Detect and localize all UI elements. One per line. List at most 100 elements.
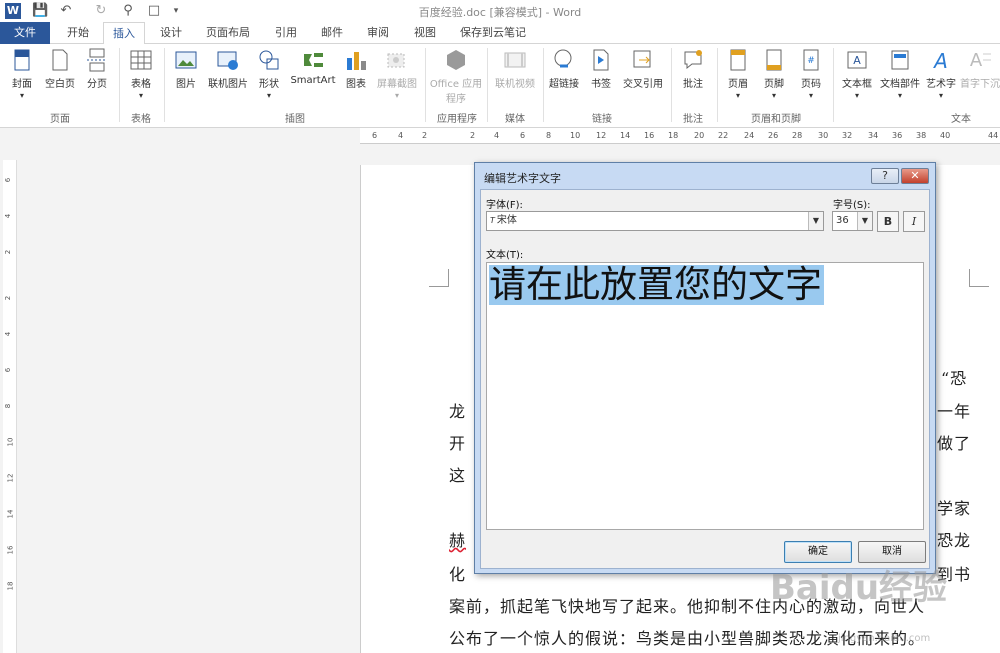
- group-media-label: 媒体: [505, 114, 525, 125]
- help-button[interactable]: ?: [871, 168, 899, 184]
- text-line: 龙: [449, 402, 467, 421]
- textbox-button[interactable]: A 文本框 ▾: [838, 48, 876, 101]
- hyperlink-button[interactable]: 超链接: [546, 48, 582, 90]
- svg-text:A: A: [970, 50, 983, 71]
- bold-button[interactable]: B: [877, 211, 899, 232]
- chevron-down-icon[interactable]: ▼: [808, 212, 823, 230]
- cover-button[interactable]: 封面 ▾: [6, 48, 38, 101]
- shapes-icon: [259, 50, 279, 70]
- group-header-footer-label: 页眉和页脚: [751, 114, 801, 125]
- text-line: 化: [449, 565, 467, 584]
- screenshot-button[interactable]: 屏幕截图 ▾: [373, 48, 421, 101]
- online-picture-button[interactable]: 联机图片: [205, 48, 251, 90]
- tab-file[interactable]: 文件: [0, 22, 50, 44]
- header-icon: [730, 49, 746, 71]
- ruler-tick-label: 10: [570, 131, 581, 140]
- text-line: 学家: [937, 499, 972, 518]
- chart-icon: [347, 52, 366, 70]
- online-picture-icon: [217, 51, 238, 70]
- comment-button[interactable]: 批注: [677, 48, 709, 90]
- size-label: 字号(S):: [833, 200, 871, 211]
- edit-wordart-dialog: 编辑艺术字文字 ? ✕ 字体(F): T 宋体 ▼ 字号(S): 36 ▼ B I…: [474, 162, 936, 574]
- picture-icon: [175, 51, 197, 69]
- separator: [119, 48, 120, 122]
- ruler-tick-label: 28: [792, 131, 803, 140]
- cover-page-icon: [14, 49, 30, 71]
- shapes-button[interactable]: 形状 ▾: [254, 48, 284, 101]
- tab-references[interactable]: 引用: [270, 22, 302, 44]
- horizontal-ruler[interactable]: 6 4 2 2 4 6 8 10 12 14 16 18 20 22 24 26 28 30 32 34 36 38 40 4…: [360, 128, 1000, 144]
- bookmark-button[interactable]: 书签: [586, 48, 616, 90]
- tab-review[interactable]: 审阅: [362, 22, 394, 44]
- wordart-button[interactable]: A 艺术字 ▾: [924, 48, 958, 101]
- tab-mailings[interactable]: 邮件: [316, 22, 348, 44]
- vertical-ruler[interactable]: 6 4 2 2 4 6 8 10 12 14 16 18: [3, 160, 17, 653]
- ruler-tick-label: 2: [4, 249, 13, 255]
- crop-mark: [429, 269, 449, 287]
- tab-view[interactable]: 视图: [409, 22, 441, 44]
- textbox-icon: A: [847, 51, 867, 69]
- ruler-tick-label: 14: [620, 131, 631, 140]
- ruler-tick-label: 4: [398, 131, 404, 140]
- svg-text:#: #: [807, 56, 815, 66]
- ruler-tick-label: 6: [4, 367, 13, 373]
- cross-reference-button[interactable]: 交叉引用: [620, 48, 666, 90]
- blank-page-icon: [52, 49, 68, 71]
- group-comments-label: 批注: [683, 114, 703, 125]
- quick-parts-button[interactable]: 文档部件 ▾: [878, 48, 922, 101]
- tab-layout[interactable]: 页面布局: [200, 22, 256, 44]
- separator: [833, 48, 834, 122]
- tab-home[interactable]: 开始: [62, 22, 94, 44]
- close-button[interactable]: ✕: [901, 168, 929, 184]
- ruler-tick-label: 12: [596, 131, 607, 140]
- footer-button[interactable]: 页脚 ▾: [758, 48, 790, 101]
- tab-insert[interactable]: 插入: [103, 22, 145, 45]
- page-number-icon: #: [803, 49, 819, 71]
- font-label: 字体(F):: [486, 200, 523, 211]
- ruler-tick-label: 2: [470, 131, 476, 140]
- picture-button[interactable]: 图片: [170, 48, 202, 90]
- group-text-label: 文本: [951, 114, 971, 125]
- page-break-button[interactable]: 分页: [82, 48, 112, 90]
- ruler-tick-label: 6: [372, 131, 378, 140]
- ruler-tick-label: 36: [892, 131, 903, 140]
- ruler-tick-label: 10: [6, 437, 15, 447]
- online-video-icon: [504, 52, 526, 68]
- group-apps-label: 应用程序: [437, 114, 477, 125]
- ruler-tick-label: 24: [744, 131, 755, 140]
- size-select[interactable]: 36 ▼: [832, 211, 873, 231]
- tab-save-cloud[interactable]: 保存到云笔记: [455, 22, 531, 44]
- quick-parts-icon: [891, 50, 909, 70]
- italic-button[interactable]: I: [903, 211, 925, 232]
- smartart-button[interactable]: SmartArt: [288, 48, 338, 86]
- ruler-tick-label: 6: [520, 131, 526, 140]
- ruler-tick-label: 2: [422, 131, 428, 140]
- ruler-tick-label: 18: [6, 581, 15, 591]
- header-button[interactable]: 页眉 ▾: [722, 48, 754, 101]
- wordart-text-input[interactable]: 请在此放置您的文字: [486, 262, 924, 530]
- ruler-tick-label: 26: [768, 131, 779, 140]
- text-line: 一年: [937, 402, 972, 421]
- font-select[interactable]: T 宋体 ▼: [486, 211, 824, 231]
- blank-page-button[interactable]: 空白页: [42, 48, 78, 90]
- chevron-down-icon[interactable]: ▼: [857, 212, 872, 230]
- cross-reference-icon: [633, 50, 651, 68]
- dropcap-button[interactable]: A 首字下沉: [960, 48, 1000, 90]
- ruler-tick-label: 2: [4, 295, 13, 301]
- tab-design[interactable]: 设计: [155, 22, 187, 44]
- group-illustrations-label: 插图: [285, 114, 305, 125]
- chart-button[interactable]: 图表: [342, 48, 370, 90]
- ruler-tick-label: 4: [4, 331, 13, 337]
- bookmark-icon: [593, 49, 609, 71]
- dropcap-icon: A: [970, 50, 991, 71]
- separator: [164, 48, 165, 122]
- page-number-button[interactable]: # 页码 ▾: [795, 48, 827, 101]
- dialog-title: 编辑艺术字文字: [484, 172, 561, 185]
- table-icon: [130, 50, 152, 70]
- ruler-tick-label: 8: [546, 131, 552, 140]
- title-bar: W 💾 ↶ ↻ ⚲ □ ▾ 百度经验.doc [兼容模式] - Word: [0, 0, 1000, 22]
- table-button[interactable]: 表格 ▾: [126, 48, 156, 101]
- office-apps-button[interactable]: Office 应用程序: [428, 48, 484, 105]
- online-video-button[interactable]: 联机视频: [490, 48, 540, 90]
- separator: [717, 48, 718, 122]
